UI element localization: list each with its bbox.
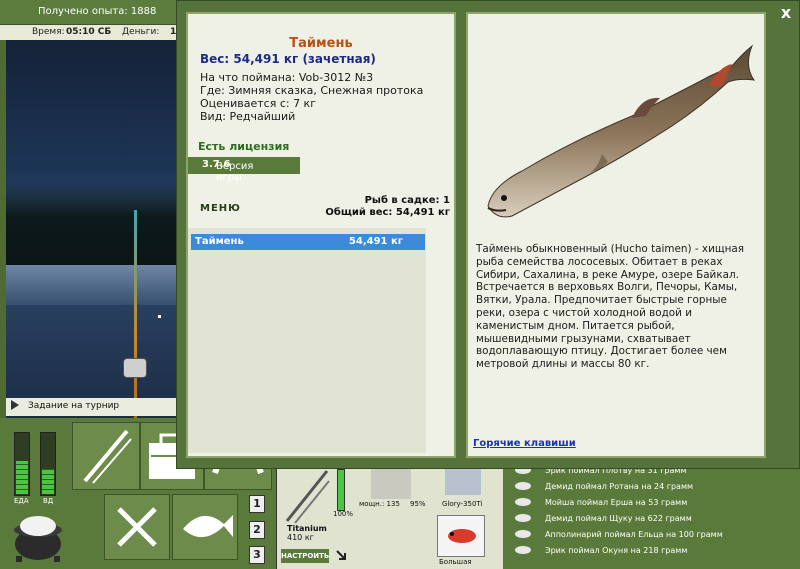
tournament-task-label: Задание на турнир: [28, 401, 120, 411]
setup-button[interactable]: НАСТРОИТЬ: [281, 549, 329, 563]
water-meter: [40, 432, 56, 496]
version-label: Версия игры:: [216, 161, 254, 183]
rod-percent: 100%: [333, 510, 354, 518]
line-name: Glory-350Ti: [442, 500, 483, 508]
rod-weight: 410 кг: [287, 533, 314, 542]
food-button[interactable]: [104, 494, 170, 560]
fish-weight: Вес: 54,491 кг (зачетная): [200, 52, 376, 66]
fishing-scene[interactable]: [6, 40, 176, 418]
cage-count: Рыб в садке: 1: [364, 195, 450, 206]
line-spool-icon[interactable]: [445, 467, 481, 495]
fishing-rod[interactable]: [134, 210, 137, 418]
fish-title: Таймень: [289, 36, 353, 51]
reel-percent: 95%: [410, 500, 426, 508]
float-marker: [158, 315, 161, 318]
menu-button[interactable]: МЕНЮ: [200, 203, 241, 214]
time-value: 05:10 СБ: [66, 27, 112, 37]
license-status: Есть лицензия: [198, 140, 290, 153]
catch-list-row[interactable]: Таймень 54,491 кг: [191, 234, 425, 250]
lure-icon[interactable]: [437, 515, 485, 557]
close-button[interactable]: x: [777, 4, 795, 22]
snowy-shore: [6, 265, 176, 305]
water-meter-fill: [42, 469, 54, 494]
caught-on: На что поймана: Vob-3012 №3: [200, 71, 374, 84]
fish-icon: [515, 546, 531, 554]
slot-2-button[interactable]: 2: [249, 521, 265, 539]
hotkeys-link[interactable]: Горячие клавиши: [473, 438, 576, 449]
tackle-rods-button[interactable]: [72, 422, 140, 490]
species-rarity: Вид: Редчайший: [200, 110, 296, 123]
taimen-fish-image: [482, 36, 757, 226]
rated-from: Оценивается с: 7 кг: [200, 97, 316, 110]
catch-row-name: Таймень: [195, 236, 244, 247]
water-label: ВД: [43, 497, 54, 505]
fish-icon: [515, 482, 531, 490]
time-label: Время:: [32, 27, 65, 37]
version-badge: Версия игры: 3.7.6: [188, 157, 300, 183]
tournament-task-button[interactable]: Задание на турнир: [6, 398, 176, 416]
rod-name: Titanium: [287, 524, 327, 533]
catch-list: [188, 228, 426, 453]
arrow-down-right-icon[interactable]: [335, 549, 347, 561]
rod-icon: [285, 470, 330, 524]
fish-icon: [515, 514, 531, 522]
cauldron-icon[interactable]: [8, 508, 68, 564]
top-info-bar: Получено опыта: 1888 Время: 05:10 СБ Ден…: [0, 0, 185, 40]
food-meter: [14, 432, 30, 496]
experience-label: Получено опыта: 1888: [38, 6, 157, 17]
food-label: ЕДА: [14, 497, 29, 505]
money-label: Деньги:: [122, 27, 160, 37]
lure-size: Большая: [439, 558, 472, 566]
tackle-strip: Titanium 410 кг 100% НАСТРОИТЬ мощн.: 13…: [276, 465, 503, 569]
arrow-right-icon: [11, 400, 19, 410]
fish-icon: [515, 498, 531, 506]
fish-description: Таймень обыкновенный (Hucho taimen) - хи…: [476, 243, 745, 371]
catch-location: Где: Зимняя сказка, Снежная протока: [200, 84, 424, 97]
forest-silhouette: [6, 180, 176, 270]
food-meter-fill: [16, 461, 28, 494]
reel-icon[interactable]: [123, 358, 147, 378]
slot-1-button[interactable]: 1: [249, 495, 265, 513]
slot-3-button[interactable]: 3: [249, 546, 265, 564]
rod-condition-bar: [337, 469, 345, 511]
cage-total-weight: Общий вес: 54,491 кг: [325, 207, 450, 218]
fish-cage-button[interactable]: [172, 494, 238, 560]
catch-row-weight: 54,491 кг: [348, 236, 403, 247]
catch-feed: Эрик поймал Плотву на 31 грамм Демид пой…: [505, 465, 800, 569]
reel-power: мощн.: 135: [359, 500, 400, 508]
reel-thumbnail[interactable]: [371, 467, 411, 499]
fish-icon: [515, 530, 531, 538]
